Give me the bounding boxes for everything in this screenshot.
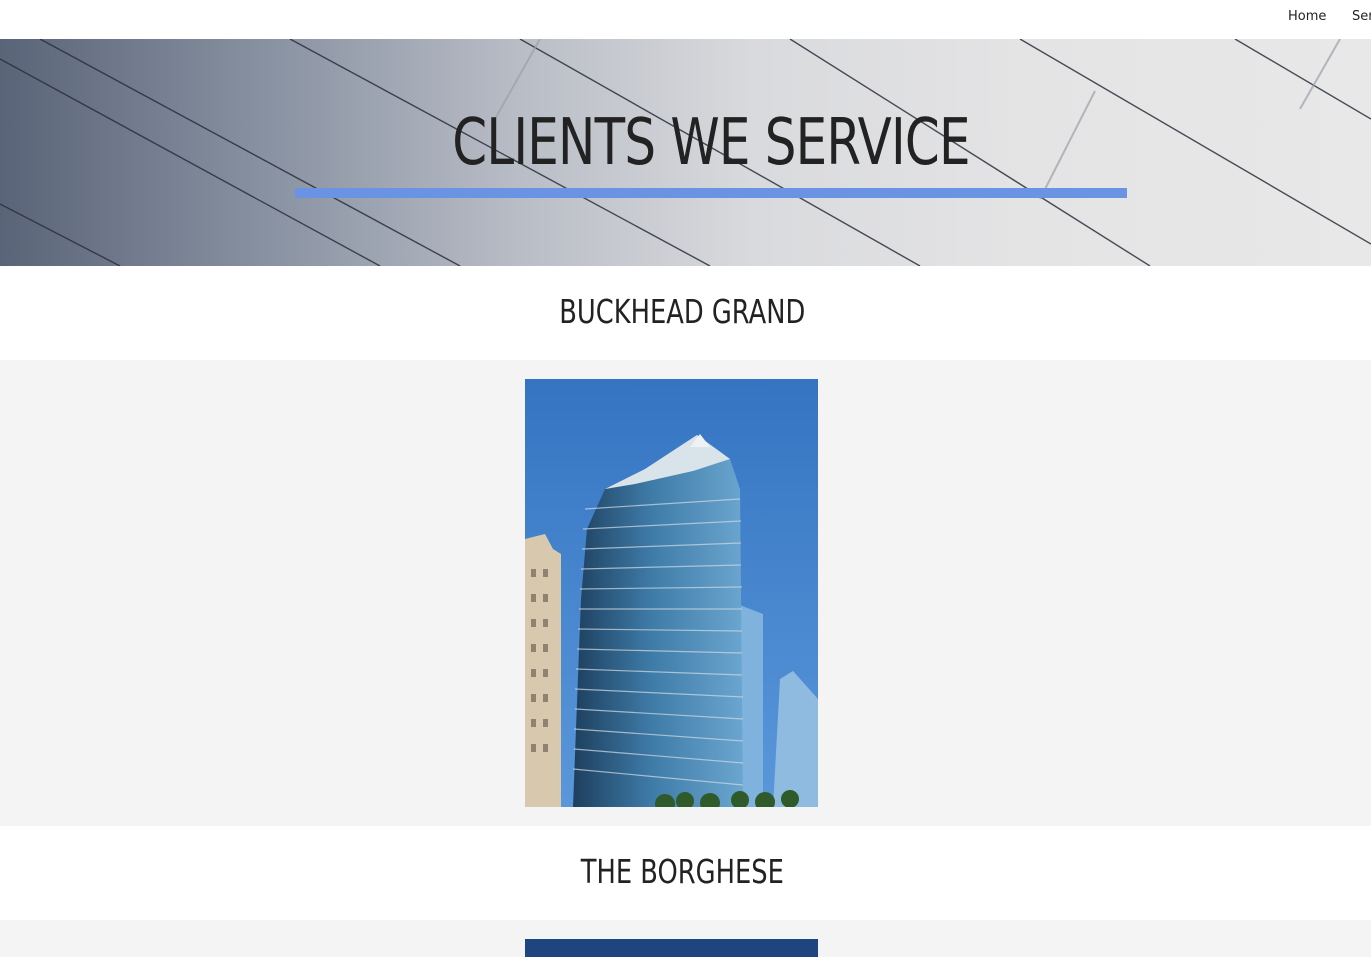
client-header-buckhead-grand: BUCKHEAD GRAND xyxy=(0,266,1371,360)
top-nav-bar: Home Ser xyxy=(0,0,1371,39)
hero-banner: CLIENTS WE SERVICE xyxy=(0,39,1371,266)
nav-link-home[interactable]: Home xyxy=(1288,9,1326,24)
client-name: THE BORGHESE xyxy=(580,852,784,891)
the-borghese-photo xyxy=(525,939,818,957)
client-photo-panel xyxy=(0,360,1371,826)
client-photo-panel xyxy=(0,920,1371,957)
nav-link-services[interactable]: Ser xyxy=(1352,9,1371,24)
client-name: BUCKHEAD GRAND xyxy=(559,292,806,331)
title-underline xyxy=(295,188,1127,198)
page-title: CLIENTS WE SERVICE xyxy=(452,106,970,180)
client-header-the-borghese: THE BORGHESE xyxy=(0,826,1371,920)
building-photo-image xyxy=(525,379,818,807)
buckhead-grand-photo xyxy=(525,379,818,807)
